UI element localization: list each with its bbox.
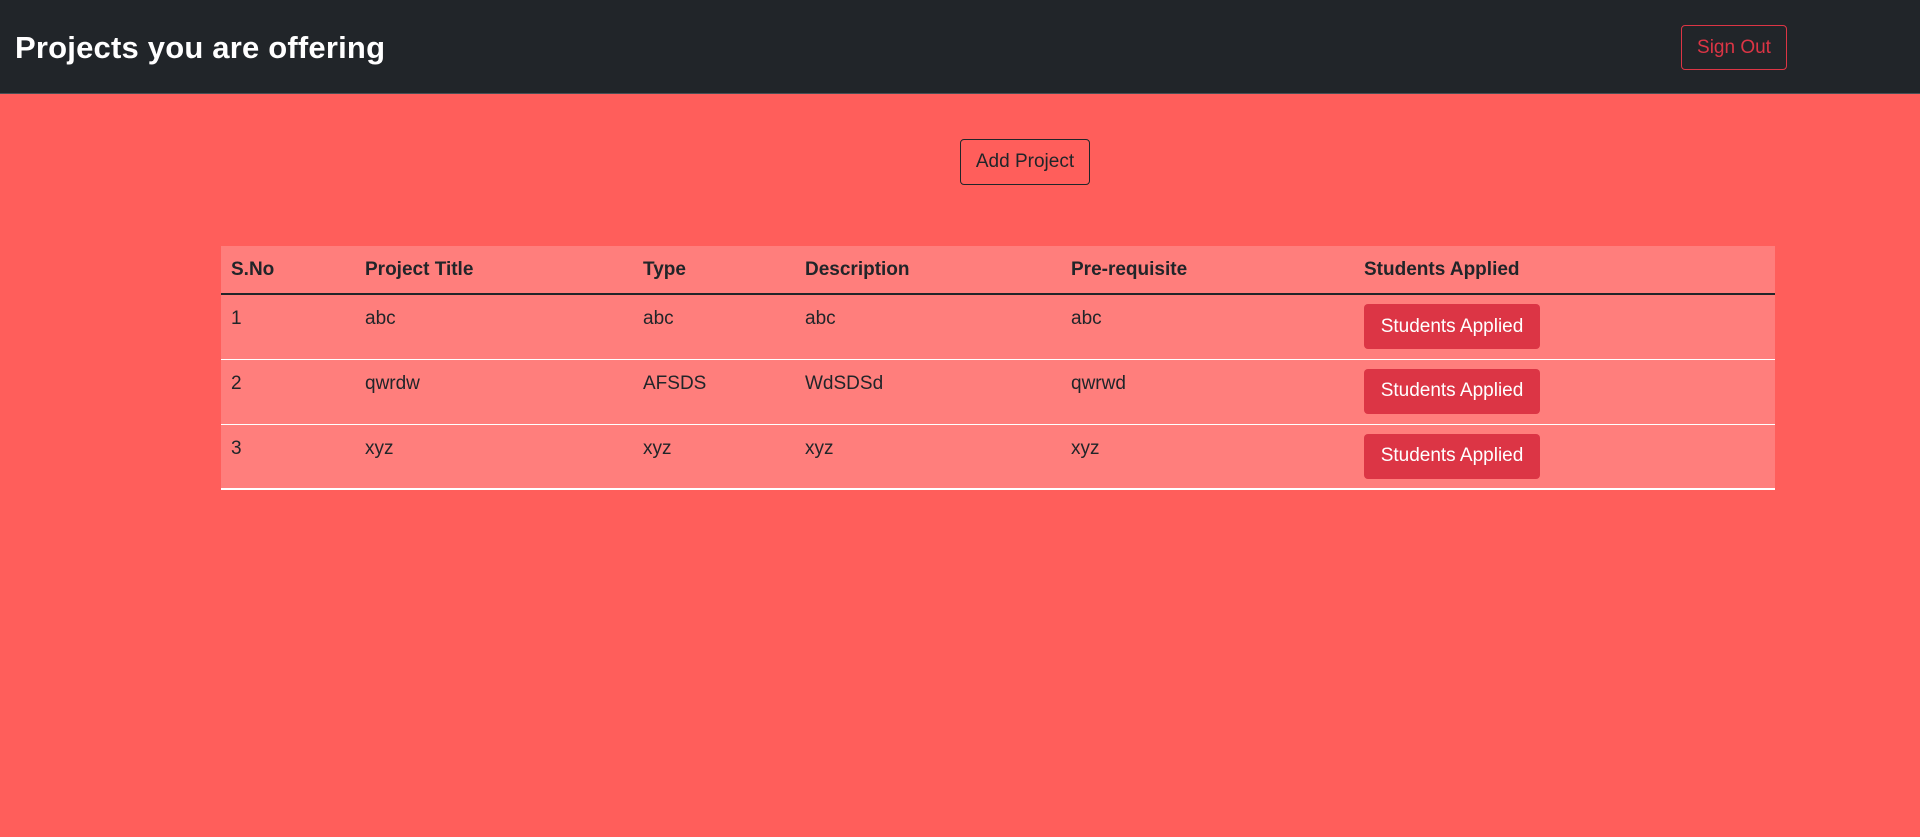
page-title: Projects you are offering [15, 30, 386, 65]
cell-description: abc [795, 294, 1061, 360]
cell-prerequisite: qwrwd [1061, 359, 1354, 425]
column-header-prerequisite: Pre-requisite [1061, 246, 1354, 295]
cell-description: xyz [795, 424, 1061, 490]
table-row: 3 xyz xyz xyz xyz Students Applied [221, 424, 1775, 490]
cell-project-title: qwrdw [355, 359, 633, 425]
cell-students-applied: Students Applied [1354, 359, 1775, 425]
column-header-type: Type [633, 246, 795, 295]
table-header-row: S.No Project Title Type Description Pre-… [221, 246, 1775, 295]
add-project-button[interactable]: Add Project [960, 139, 1090, 185]
cell-sno: 3 [221, 424, 355, 490]
table-row: 1 abc abc abc abc Students Applied [221, 294, 1775, 360]
column-header-project-title: Project Title [355, 246, 633, 295]
cell-students-applied: Students Applied [1354, 294, 1775, 360]
cell-students-applied: Students Applied [1354, 424, 1775, 490]
cell-prerequisite: xyz [1061, 424, 1354, 490]
cell-project-title: abc [355, 294, 633, 360]
cell-sno: 2 [221, 359, 355, 425]
cell-prerequisite: abc [1061, 294, 1354, 360]
table-row: 2 qwrdw AFSDS WdSDSd qwrwd Students Appl… [221, 359, 1775, 425]
cell-type: abc [633, 294, 795, 360]
cell-project-title: xyz [355, 424, 633, 490]
sign-out-button[interactable]: Sign Out [1681, 25, 1787, 70]
cell-description: WdSDSd [795, 359, 1061, 425]
column-header-sno: S.No [221, 246, 355, 295]
students-applied-button[interactable]: Students Applied [1364, 304, 1540, 349]
top-navbar: Projects you are offering Sign Out [0, 0, 1920, 94]
cell-type: AFSDS [633, 359, 795, 425]
projects-table: S.No Project Title Type Description Pre-… [221, 246, 1775, 490]
cell-type: xyz [633, 424, 795, 490]
students-applied-button[interactable]: Students Applied [1364, 368, 1540, 414]
column-header-description: Description [795, 246, 1061, 295]
projects-table-container: S.No Project Title Type Description Pre-… [221, 246, 1775, 490]
students-applied-button[interactable]: Students Applied [1364, 433, 1540, 479]
column-header-students-applied: Students Applied [1354, 246, 1775, 295]
cell-sno: 1 [221, 294, 355, 360]
